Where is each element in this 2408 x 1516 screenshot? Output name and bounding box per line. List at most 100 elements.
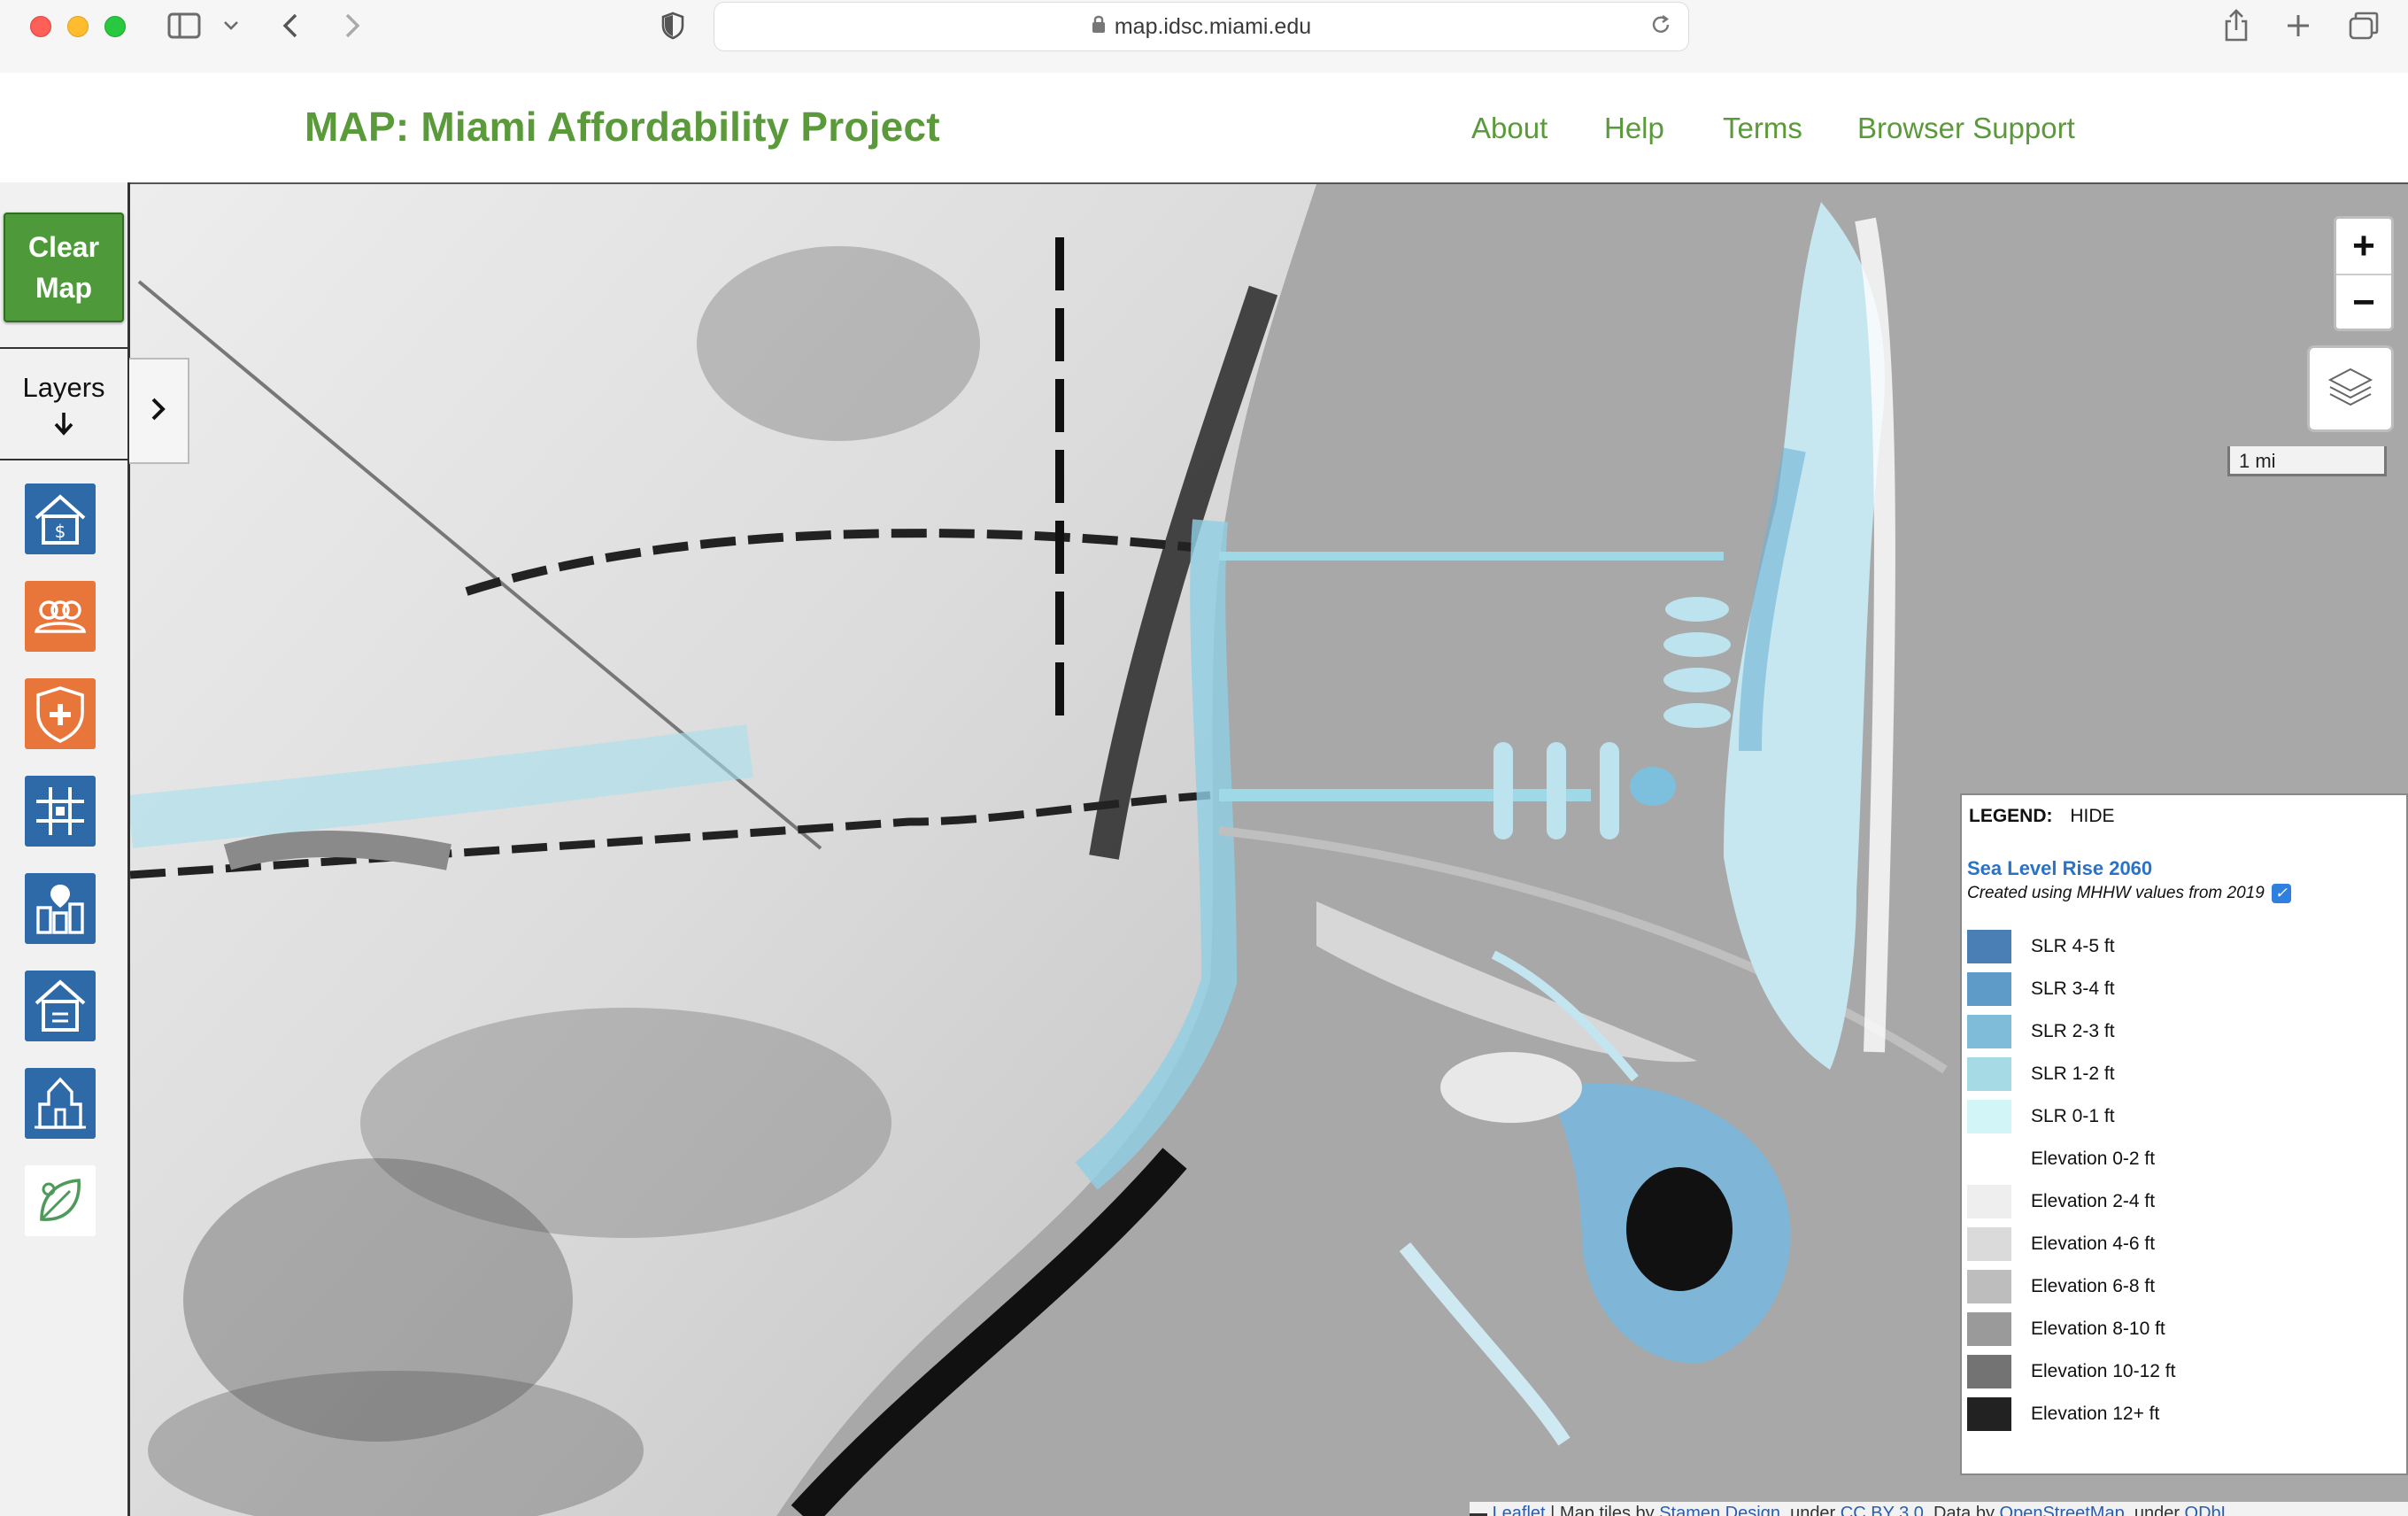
map-scale: 1 mi	[2227, 446, 2387, 476]
layers-stack-icon	[2327, 366, 2374, 413]
clear-map-button[interactable]: Clear Map	[4, 213, 124, 322]
map-leaf-icon[interactable]	[25, 1165, 96, 1236]
minimize-window-button[interactable]	[67, 16, 89, 37]
legend-item-label: Elevation 10-12 ft	[2031, 1361, 2176, 1381]
expand-panel-button[interactable]	[129, 358, 189, 464]
map-attribution: ▬ Leaflet | Map tiles by Stamen Design, …	[1470, 1502, 2408, 1516]
leaflet-link[interactable]: Leaflet	[1493, 1504, 1546, 1516]
legend-item-label: Elevation 8-10 ft	[2031, 1319, 2165, 1339]
city-location-icon[interactable]	[25, 873, 96, 944]
legend-subtitle: Created using MHHW values from 2019 ✓	[1967, 884, 2291, 903]
legend-item-label: Elevation 2-4 ft	[2031, 1191, 2156, 1211]
legend-item-label: SLR 4-5 ft	[2031, 936, 2115, 956]
building-icon[interactable]	[25, 1068, 96, 1139]
legend-hide-button[interactable]: HIDE	[2070, 806, 2114, 826]
legend-item-label: SLR 0-1 ft	[2031, 1106, 2115, 1126]
legend-item: SLR 3-4 ft	[1967, 972, 2115, 1006]
legend-item: Elevation 2-4 ft	[1967, 1185, 2155, 1218]
legend-header: LEGEND: HIDE	[1969, 806, 2115, 827]
legend-swatch	[1967, 1100, 2011, 1133]
svg-text:$: $	[55, 521, 66, 542]
new-tab-icon[interactable]	[2281, 7, 2316, 44]
layers-switcher-button[interactable]	[2307, 345, 2394, 432]
chevron-right-icon	[150, 396, 167, 427]
grid-icon[interactable]	[25, 776, 96, 847]
legend-layer-checkbox[interactable]: ✓	[2271, 884, 2291, 903]
attribution-text: . Data by	[1923, 1504, 2000, 1516]
legend-item-label: Elevation 12+ ft	[2031, 1404, 2160, 1424]
legend-item: Elevation 10-12 ft	[1967, 1355, 2175, 1388]
legend-swatch	[1967, 1185, 2011, 1218]
nav-terms[interactable]: Terms	[1723, 112, 1802, 145]
housing-cost-icon[interactable]: $	[25, 483, 96, 554]
zoom-out-button[interactable]: −	[2336, 275, 2391, 330]
legend-swatch	[1967, 1270, 2011, 1303]
legend-subtitle-text: Created using MHHW values from 2019	[1967, 884, 2265, 902]
legend-swatch	[1967, 972, 2011, 1006]
legend-item: SLR 1-2 ft	[1967, 1057, 2115, 1091]
health-shield-icon[interactable]	[25, 678, 96, 749]
zoom-in-button[interactable]: +	[2336, 219, 2391, 275]
stamen-link[interactable]: Stamen Design	[1659, 1504, 1780, 1516]
address-bar[interactable]: map.idsc.miami.edu	[714, 2, 1689, 51]
attribution-text: | Map tiles by	[1545, 1504, 1660, 1516]
attribution-text: , under	[2124, 1504, 2185, 1516]
lock-icon	[1092, 14, 1106, 40]
nav-about[interactable]: About	[1471, 112, 1547, 145]
legend-swatch	[1967, 1142, 2011, 1176]
home-icon[interactable]	[25, 971, 96, 1041]
shield-privacy-icon[interactable]	[657, 7, 689, 44]
url-text: map.idsc.miami.edu	[1114, 13, 1312, 39]
browser-toolbar: map.idsc.miami.edu	[0, 0, 2408, 73]
layers-toggle[interactable]: Layers	[0, 347, 127, 460]
layers-label: Layers	[22, 372, 105, 403]
ccby-link[interactable]: CC BY 3.0	[1841, 1504, 1924, 1516]
attribution-text: , under	[1779, 1504, 1841, 1516]
legend-item-label: SLR 1-2 ft	[2031, 1064, 2115, 1084]
clear-map-label: Map	[35, 272, 92, 304]
osm-link[interactable]: OpenStreetMap	[2000, 1504, 2125, 1516]
legend-swatch	[1967, 1397, 2011, 1431]
zoom-window-button[interactable]	[104, 16, 126, 37]
sidebar-toggle-icon[interactable]	[165, 7, 204, 44]
legend-swatch	[1967, 1355, 2011, 1388]
legend-label: LEGEND:	[1969, 806, 2053, 826]
reload-icon[interactable]	[1649, 13, 1672, 43]
share-icon[interactable]	[2219, 7, 2254, 44]
legend-swatch	[1967, 1227, 2011, 1261]
arrow-down-icon	[0, 409, 127, 444]
legend-swatch	[1967, 930, 2011, 963]
clear-map-label: Clear	[27, 231, 100, 263]
zoom-control: + −	[2334, 216, 2394, 331]
site-header: MAP: Miami Affordability Project About H…	[0, 73, 2408, 184]
legend-item-label: Elevation 4-6 ft	[2031, 1234, 2156, 1254]
legend-item: Elevation 0-2 ft	[1967, 1142, 2155, 1176]
chevron-down-icon[interactable]	[218, 7, 244, 44]
legend-swatch	[1967, 1015, 2011, 1048]
legend-item: Elevation 12+ ft	[1967, 1397, 2159, 1431]
legend-item: Elevation 8-10 ft	[1967, 1312, 2165, 1346]
legend-item: Elevation 6-8 ft	[1967, 1270, 2155, 1303]
legend-item-label: Elevation 6-8 ft	[2031, 1276, 2156, 1296]
legend-item: SLR 4-5 ft	[1967, 930, 2115, 963]
legend-title: Sea Level Rise 2060	[1967, 857, 2153, 879]
legend-item: SLR 0-1 ft	[1967, 1100, 2115, 1133]
legend-item-label: Elevation 0-2 ft	[2031, 1149, 2156, 1169]
legend-item-label: SLR 3-4 ft	[2031, 978, 2115, 999]
tab-overview-icon[interactable]	[2346, 7, 2381, 44]
forward-arrow-icon[interactable]	[336, 7, 368, 44]
site-title: MAP: Miami Affordability Project	[305, 104, 940, 150]
legend-item-label: SLR 2-3 ft	[2031, 1021, 2115, 1041]
legend-item: Elevation 4-6 ft	[1967, 1227, 2155, 1261]
legend-swatch	[1967, 1057, 2011, 1091]
legend-swatch	[1967, 1312, 2011, 1346]
nav-help[interactable]: Help	[1604, 112, 1664, 145]
left-toolbar: Clear Map Layers $	[0, 182, 130, 1516]
legend-panel: LEGEND: HIDE Sea Level Rise 2060 Created…	[1960, 793, 2408, 1475]
close-window-button[interactable]	[30, 16, 51, 37]
nav-browser-support[interactable]: Browser Support	[1857, 112, 2075, 145]
odbl-link[interactable]: ODbL	[2185, 1504, 2231, 1516]
legend-item: SLR 2-3 ft	[1967, 1015, 2115, 1048]
back-arrow-icon[interactable]	[274, 7, 306, 44]
people-icon[interactable]	[25, 581, 96, 652]
